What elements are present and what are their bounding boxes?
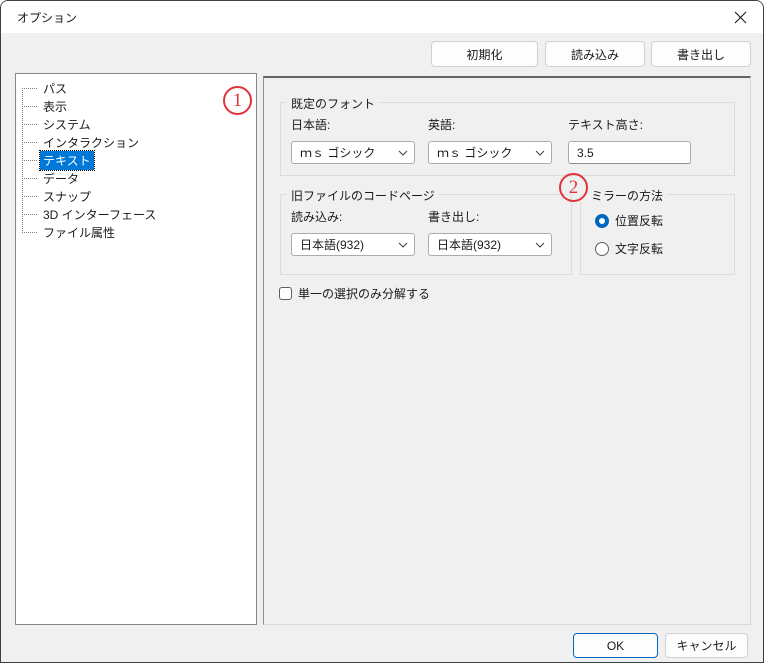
codepage-import-field: 読み込み: 日本語(932) [291,208,415,256]
japanese-font-field: 日本語: ｍｓ ゴシック [291,116,415,164]
text-height-label: テキスト高さ: [568,118,643,132]
mirror-method-group: ミラーの方法 位置反転 文字反転 [580,187,735,275]
english-font-field: 英語: ｍｓ ゴシック [428,116,552,164]
radio-position-flip[interactable]: 位置反転 [595,212,663,229]
group-caption: ミラーの方法 [587,187,668,204]
group-caption: 既定のフォント [287,95,380,112]
radio-character-flip[interactable]: 文字反転 [595,240,663,257]
tree-leader [22,231,37,233]
tree-item-path[interactable]: パス [16,79,256,97]
tree-item-label: データ [43,171,80,186]
text-height-field: テキスト高さ: [568,116,691,164]
close-icon [734,11,747,24]
tree-item-label: 表示 [43,99,68,114]
tree-item-file-attributes[interactable]: ファイル属性 [16,223,256,241]
tree-item-text[interactable]: テキスト [16,149,256,171]
dialog-title: オプション [17,10,78,25]
tree-item-display[interactable]: 表示 [16,97,256,115]
options-category-tree: パス 表示 システム インタラクション テキスト データ スナップ 3D インタ… [15,73,257,625]
chevron-down-icon [535,150,545,156]
annotation-number: 2 [568,176,579,198]
radio-label: 位置反転 [615,214,664,228]
japanese-font-label: 日本語: [291,118,331,132]
combo-value: 日本語(932) [300,238,365,252]
text-height-input[interactable] [568,141,691,164]
tree-item-label: ファイル属性 [43,225,116,240]
tree-item-system[interactable]: システム [16,115,256,133]
tree-leader [22,105,37,107]
options-dialog: オプション 初期化 読み込み 書き出し パス 表示 システム インタラクション [0,0,764,663]
ok-button[interactable]: OK [573,633,658,658]
radio-selected-icon [595,213,609,228]
export-button[interactable]: 書き出し [651,41,751,67]
tree-item-data[interactable]: データ [16,169,256,187]
chevron-down-icon [398,150,408,156]
tree-leader [22,177,37,179]
chevron-down-icon [398,242,408,248]
annotation-number: 1 [232,89,243,111]
tree-leader [22,123,37,125]
chevron-down-icon [535,242,545,248]
tree-item-label: テキスト [39,149,95,171]
english-font-label: 英語: [428,118,456,132]
annotation-circle-1: 1 [223,86,252,115]
codepage-group: 旧ファイルのコードページ 読み込み: 日本語(932) 書き出し: 日本語(93… [280,187,572,275]
title-bar: オプション [1,1,763,33]
codepage-import-label: 読み込み: [291,210,343,224]
initialize-button[interactable]: 初期化 [431,41,538,67]
cancel-button[interactable]: キャンセル [665,633,748,658]
radio-label: 文字反転 [615,242,664,256]
combo-value: ｍｓ ゴシック [300,146,376,160]
combo-value: 日本語(932) [437,238,502,252]
tree-leader [22,159,37,161]
checkbox-unchecked-icon [279,287,292,300]
group-caption: 旧ファイルのコードページ [287,187,439,204]
radio-unselected-icon [595,241,609,256]
import-button[interactable]: 読み込み [545,41,645,67]
tree-leader [22,195,37,197]
codepage-export-select[interactable]: 日本語(932) [428,233,552,256]
tree-item-label: スナップ [43,189,92,204]
tree-leader [22,213,37,215]
tree-item-3d-interface[interactable]: 3D インターフェース [16,205,256,223]
explode-single-selection-checkbox[interactable]: 単一の選択のみ分解する [279,285,430,302]
default-font-group: 既定のフォント 日本語: ｍｓ ゴシック 英語: ｍｓ ゴシック テキスト高さ:… [280,95,735,176]
annotation-circle-2: 2 [559,173,588,202]
tree-item-label: 3D インターフェース [43,207,157,222]
settings-panel: 既定のフォント 日本語: ｍｓ ゴシック 英語: ｍｓ ゴシック テキスト高さ:… [263,76,751,625]
tree-item-snap[interactable]: スナップ [16,187,256,205]
codepage-export-field: 書き出し: 日本語(932) [428,208,552,256]
english-font-select[interactable]: ｍｓ ゴシック [428,141,552,164]
close-button[interactable] [717,1,763,33]
codepage-import-select[interactable]: 日本語(932) [291,233,415,256]
tree-item-label: インタラクション [43,135,140,150]
tree-item-label: システム [43,117,91,132]
tree-item-label: パス [43,81,68,96]
japanese-font-select[interactable]: ｍｓ ゴシック [291,141,415,164]
combo-value: ｍｓ ゴシック [437,146,513,160]
tree-leader [22,87,37,89]
tree-item-interaction[interactable]: インタラクション [16,133,256,151]
tree-leader [22,141,37,143]
codepage-export-label: 書き出し: [428,210,480,224]
checkbox-label: 単一の選択のみ分解する [298,287,431,301]
